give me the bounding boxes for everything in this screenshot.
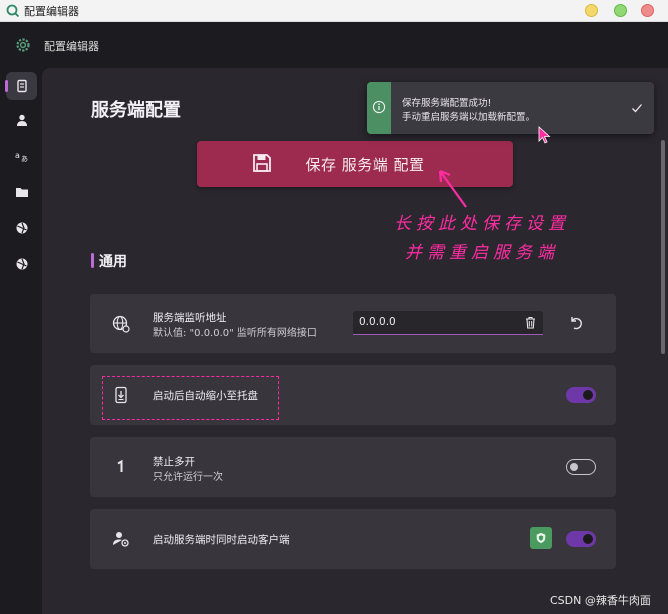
folder-icon [15, 188, 28, 197]
user-settings-icon [113, 532, 129, 547]
scrollbar[interactable] [661, 140, 665, 354]
reset-icon[interactable] [568, 315, 584, 331]
mouse-cursor-icon [538, 126, 551, 144]
setting-card-launch-client: 启动服务端时同时启动客户端 [90, 509, 616, 569]
os-titlebar: 配置编辑器 [0, 0, 668, 22]
setting-title: 启动服务端时同时启动客户端 [153, 534, 290, 546]
annotation-text: 长按此处保存设置 并需重启服务端 [377, 210, 587, 268]
sidebar-item-language[interactable]: aあ [6, 142, 37, 170]
sidebar-item-server[interactable] [5, 72, 37, 100]
globe-settings-icon [112, 315, 130, 333]
setting-title: 禁止多开 [153, 456, 195, 468]
save-button-label: 保存 服务端 配置 [305, 155, 425, 174]
section-accent-bar [91, 253, 94, 268]
check-icon[interactable] [631, 102, 643, 114]
setting-title: 启动后自动缩小至托盘 [153, 390, 258, 402]
app-icon [6, 4, 20, 18]
sidebar-item-plugin-1[interactable] [6, 214, 37, 242]
shield-icon [536, 532, 546, 544]
app-header: 配置编辑器 [0, 22, 668, 68]
setting-title: 服务端监听地址 [153, 312, 227, 324]
gear-logo-icon [16, 38, 30, 52]
maximize-button[interactable] [614, 4, 627, 17]
user-icon [16, 114, 27, 126]
section-title: 通用 [99, 254, 127, 270]
window-title: 配置编辑器 [24, 5, 79, 18]
server-icon [16, 79, 27, 93]
aperture-icon [16, 258, 27, 270]
toast-message-line-2: 手动重启服务端以加载新配置。 [402, 112, 536, 123]
app-title: 配置编辑器 [44, 40, 99, 53]
toast-message-line-1: 保存服务端配置成功! [402, 98, 492, 109]
main-content: 服务端配置 保存 服务端 配置 长按此处保存设置 并需重启服务端 通用 服务端监… [42, 68, 668, 614]
svg-text:a: a [15, 151, 20, 160]
sidebar: aあ [0, 68, 42, 614]
sidebar-item-folder[interactable] [6, 178, 37, 206]
svg-text:あ: あ [21, 155, 28, 163]
save-icon [253, 154, 271, 172]
success-toast: 保存服务端配置成功! 手动重启服务端以加载新配置。 [367, 82, 654, 134]
csdn-watermark: CSDN @辣香牛肉面 [550, 594, 651, 607]
single-instance-toggle[interactable] [566, 459, 596, 475]
setting-subtitle: 默认值: "0.0.0.0" 监听所有网络接口 [153, 328, 317, 339]
sidebar-item-plugin-2[interactable] [6, 250, 37, 278]
annotation-line-2: 并需重启服务端 [405, 243, 559, 263]
setting-card-minimize-tray: 启动后自动缩小至托盘 [90, 365, 616, 425]
minimize-tray-toggle[interactable] [566, 387, 596, 403]
number-one-icon [117, 459, 123, 472]
listen-address-input[interactable]: 0.0.0.0 [353, 311, 543, 335]
close-button[interactable] [641, 4, 654, 17]
trash-icon[interactable] [524, 316, 537, 329]
listen-address-value: 0.0.0.0 [359, 316, 396, 328]
annotation-arrow [438, 169, 467, 208]
info-icon [372, 100, 386, 114]
launch-client-toggle[interactable] [566, 531, 596, 547]
setting-subtitle: 只允许运行一次 [153, 472, 223, 483]
sidebar-item-user[interactable] [6, 106, 37, 134]
shield-badge [530, 527, 552, 549]
setting-card-single-instance: 禁止多开 只允许运行一次 [90, 437, 616, 497]
setting-card-listen-address: 服务端监听地址 默认值: "0.0.0.0" 监听所有网络接口 0.0.0.0 [90, 294, 616, 353]
translate-icon: aあ [15, 151, 28, 163]
aperture-icon [16, 222, 27, 234]
page-title: 服务端配置 [91, 100, 181, 121]
phone-download-icon [115, 386, 127, 404]
annotation-line-1: 长按此处保存设置 [394, 214, 570, 234]
minimize-button[interactable] [585, 4, 598, 17]
